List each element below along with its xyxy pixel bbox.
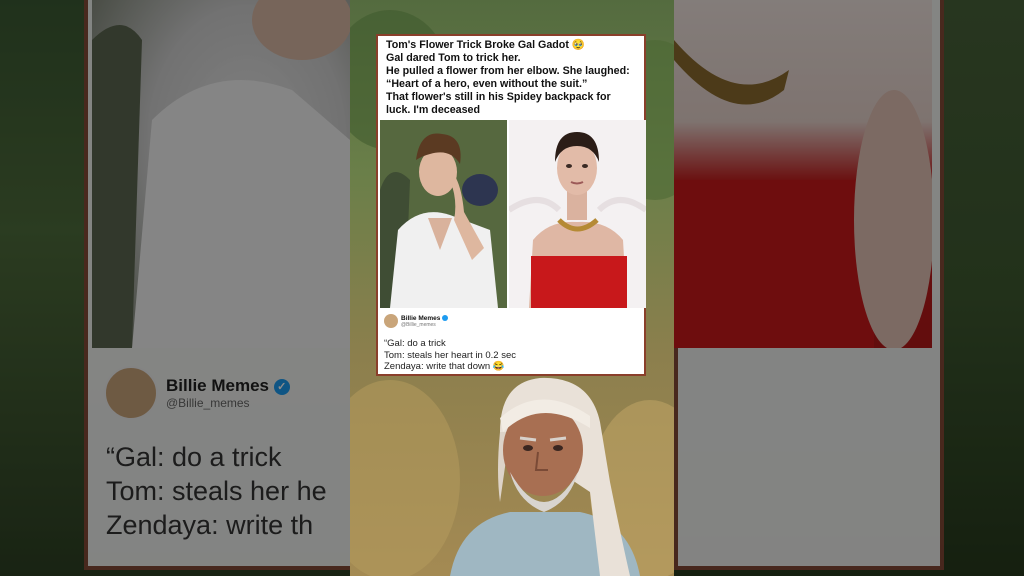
tweet-author: Billie Memes @Billie_memes — [384, 314, 449, 328]
center-panel: Tom's Flower Trick Broke Gal Gadot 🥹 Gal… — [350, 0, 674, 576]
tweet-text: “Gal: do a trick Tom: steals her heart i… — [384, 338, 516, 373]
background-dim-overlay — [0, 0, 350, 576]
author-name: Billie Memes — [401, 314, 449, 322]
tweet-line: Tom: steals her heart in 0.2 sec — [384, 349, 517, 361]
tom-figure — [380, 120, 507, 308]
tweet-line: Zendaya: write that down 😂 — [384, 361, 505, 372]
meme-card: Tom's Flower Trick Broke Gal Gadot 🥹 Gal… — [376, 34, 646, 376]
photo-gal-gadot — [509, 120, 646, 308]
caption-line: luck. I'm deceased — [386, 104, 481, 116]
caption-title: Tom's Flower Trick Broke Gal Gadot 🥹 — [386, 39, 586, 51]
man-figure — [450, 377, 640, 576]
caption-line: “Heart of a hero, even without the suit.… — [386, 78, 588, 90]
tweet-line: “Gal: do a trick — [384, 338, 446, 349]
avatar — [384, 314, 398, 328]
gal-figure — [509, 120, 646, 308]
photo-elderly-man — [440, 372, 650, 576]
background-left: Billie Memes ✓ @Billie_memes “Gal: do a … — [0, 0, 350, 576]
author-handle: @Billie_memes — [401, 321, 436, 328]
background-right — [674, 0, 1024, 576]
meme-caption: Tom's Flower Trick Broke Gal Gadot 🥹 Gal… — [386, 39, 642, 117]
caption-line: That flower's still in his Spidey backpa… — [386, 91, 611, 103]
photo-tom-holland — [380, 120, 507, 308]
verified-icon — [442, 314, 449, 321]
caption-line: He pulled a flower from her elbow. She l… — [386, 65, 630, 77]
background-dim-overlay — [674, 0, 1024, 576]
caption-line: Gal dared Tom to trick her. — [386, 52, 521, 64]
